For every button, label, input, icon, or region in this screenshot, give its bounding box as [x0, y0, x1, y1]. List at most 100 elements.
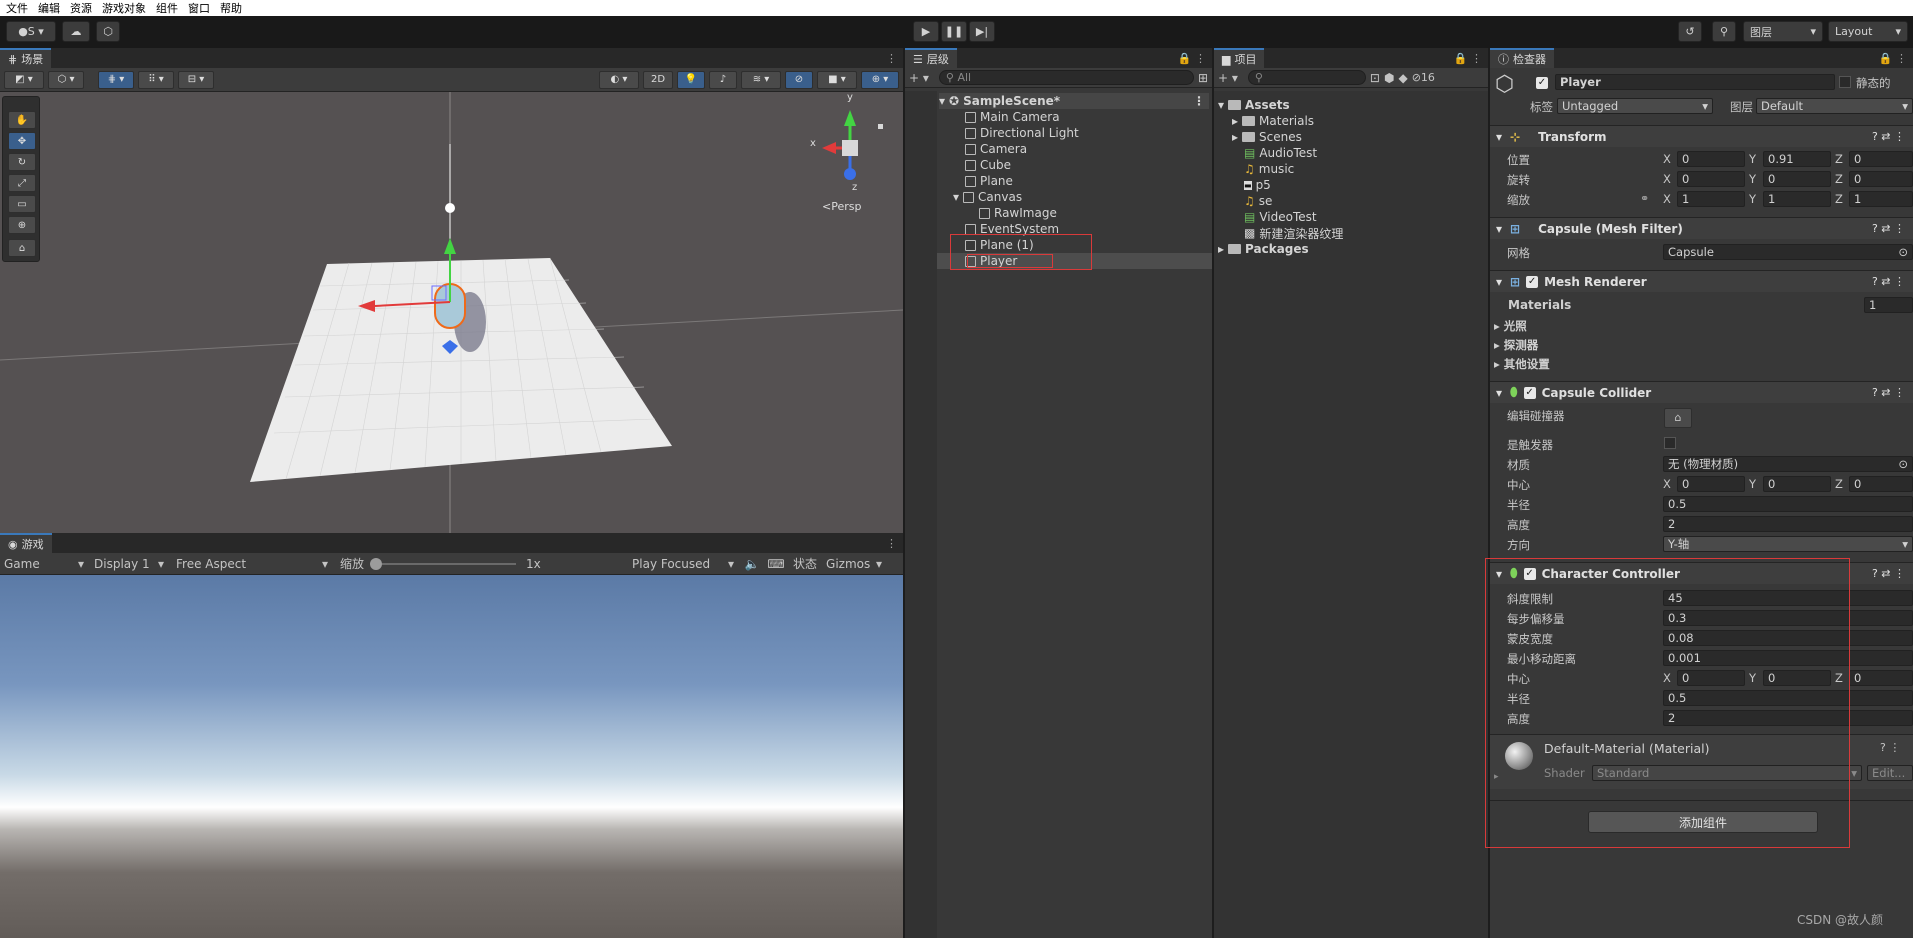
- menu-help[interactable]: 帮助: [220, 0, 242, 16]
- menu-gameobject[interactable]: 游戏对象: [102, 0, 146, 16]
- hidden-packages-icon[interactable]: ⊘16: [1412, 71, 1435, 84]
- filter-icon[interactable]: ⊞: [1198, 71, 1208, 85]
- menu-component[interactable]: 组件: [156, 0, 178, 16]
- account-button[interactable]: ● S ▾: [6, 21, 56, 42]
- collider-center-y-field[interactable]: 0: [1763, 476, 1831, 492]
- list-item[interactable]: Main Camera: [965, 109, 1060, 125]
- tab-game[interactable]: ◉ 游戏: [0, 533, 52, 553]
- materials-foldout[interactable]: Materials: [1508, 298, 1571, 312]
- layers-dropdown[interactable]: 图层 ▾: [1743, 21, 1823, 42]
- collider-height-field[interactable]: 2: [1663, 516, 1913, 532]
- snap-dropdown[interactable]: ⠿ ▾: [138, 70, 174, 89]
- menu-window[interactable]: 窗口: [188, 0, 210, 16]
- list-item[interactable]: ▸ Materials: [1232, 113, 1314, 129]
- move-tool-icon[interactable]: ✥: [8, 132, 36, 150]
- scale-x-field[interactable]: 1: [1677, 191, 1745, 207]
- material-menu-icon[interactable]: ? ⋮: [1880, 741, 1900, 754]
- position-z-field[interactable]: 0: [1849, 151, 1913, 167]
- scale-z-field[interactable]: 1: [1849, 191, 1913, 207]
- scale-tool-icon[interactable]: ⤢: [8, 174, 36, 192]
- cloud-icon[interactable]: ☁: [62, 21, 90, 42]
- packages-folder[interactable]: ▸ Packages: [1218, 241, 1309, 257]
- mesh-filter-header[interactable]: ▾ ⊞ Capsule (Mesh Filter) ? ⇄ ⋮: [1490, 217, 1913, 239]
- list-item[interactable]: Directional Light: [965, 125, 1079, 141]
- capsule-collider-header[interactable]: ▾ ⬮ ✓ Capsule Collider ? ⇄ ⋮: [1490, 381, 1913, 403]
- menu-assets[interactable]: 资源: [70, 0, 92, 16]
- component-menu-icon[interactable]: ? ⇄ ⋮: [1872, 222, 1905, 235]
- transform-header[interactable]: ▾ ⊹ Transform ? ⇄ ⋮: [1490, 125, 1913, 147]
- list-item[interactable]: Cube: [965, 157, 1011, 173]
- layer-dropdown[interactable]: Default ▾: [1756, 98, 1913, 114]
- list-item[interactable]: ▤ VideoTest: [1244, 209, 1317, 225]
- search-type-icon[interactable]: ⊡: [1370, 71, 1380, 85]
- component-menu-icon[interactable]: ? ⇄ ⋮: [1872, 567, 1905, 580]
- visibility-icon[interactable]: ⊘: [785, 70, 813, 89]
- play-focused-dropdown[interactable]: Play Focused ▾: [626, 557, 740, 571]
- rotate-tool-icon[interactable]: ↻: [8, 153, 36, 171]
- collab-icon[interactable]: ⬡: [96, 21, 120, 42]
- grid-snap-dropdown[interactable]: ⋕ ▾: [98, 70, 134, 89]
- tab-scene[interactable]: ⋕ 场景: [0, 48, 52, 68]
- list-item[interactable]: RawImage: [979, 205, 1057, 221]
- history-icon[interactable]: ↺: [1678, 21, 1702, 42]
- label-icon[interactable]: ⬢: [1384, 71, 1394, 85]
- audio-toggle-icon[interactable]: ♪: [709, 70, 737, 89]
- draw-mode-dropdown[interactable]: ◩ ▾: [4, 70, 44, 89]
- more-icon[interactable]: ⋮: [886, 537, 897, 550]
- effects-dropdown[interactable]: ≋ ▾: [741, 70, 781, 89]
- enabled-checkbox[interactable]: ✓: [1526, 275, 1539, 288]
- object-picker-icon[interactable]: ⊙: [1898, 457, 1908, 471]
- physics-material-field[interactable]: 无 (物理材质) ⊙: [1663, 456, 1913, 472]
- component-menu-icon[interactable]: ? ⇄ ⋮: [1872, 275, 1905, 288]
- add-icon[interactable]: + ▾: [909, 71, 929, 85]
- scene-cube-dropdown[interactable]: ⬡ ▾: [48, 70, 84, 89]
- layout-dropdown[interactable]: Layout ▾: [1828, 21, 1908, 42]
- list-item[interactable]: Plane: [965, 173, 1013, 189]
- static-checkbox[interactable]: [1839, 76, 1851, 88]
- list-item[interactable]: ▩ 新建渲染器纹理: [1244, 225, 1343, 241]
- transform-tool-icon[interactable]: ⊕: [8, 216, 36, 234]
- increment-dropdown[interactable]: ⊟ ▾: [178, 70, 214, 89]
- more-icon[interactable]: ⋮: [886, 52, 897, 65]
- scale-slider[interactable]: [370, 556, 520, 572]
- tab-inspector[interactable]: ⓘ 检查器: [1490, 48, 1554, 68]
- probes-foldout[interactable]: ▸ 探测器: [1494, 337, 1538, 353]
- position-x-field[interactable]: 0: [1677, 151, 1745, 167]
- projection-label[interactable]: <Persp: [822, 200, 861, 213]
- object-name-input[interactable]: Player: [1555, 74, 1835, 90]
- scene-viewport[interactable]: y x z <Persp: [0, 92, 903, 533]
- aspect-dropdown[interactable]: Free Aspect ▾: [170, 557, 334, 571]
- rect-tool-icon[interactable]: ▭: [8, 195, 36, 213]
- more-icon[interactable]: ⋮: [1193, 94, 1205, 108]
- list-item[interactable]: ▬ p5: [1244, 177, 1271, 193]
- component-menu-icon[interactable]: ? ⇄ ⋮: [1872, 130, 1905, 143]
- custom-tool-icon[interactable]: ⌂: [8, 239, 36, 257]
- search-icon[interactable]: ⚲: [1712, 21, 1736, 42]
- shading-dropdown[interactable]: ◐ ▾: [599, 70, 639, 89]
- mesh-object-field[interactable]: Capsule ⊙: [1663, 244, 1913, 260]
- menu-file[interactable]: 文件: [6, 0, 28, 16]
- other-settings-foldout[interactable]: ▸ 其他设置: [1494, 356, 1550, 372]
- rotation-z-field[interactable]: 0: [1849, 171, 1913, 187]
- collider-radius-field[interactable]: 0.5: [1663, 496, 1913, 512]
- rotation-x-field[interactable]: 0: [1677, 171, 1745, 187]
- step-button[interactable]: ▶|: [969, 21, 995, 42]
- list-item[interactable]: Camera: [965, 141, 1027, 157]
- tab-hierarchy[interactable]: ☰ 层级: [905, 48, 957, 68]
- edit-collider-button[interactable]: ⌂: [1664, 408, 1692, 428]
- play-button[interactable]: ▶: [913, 21, 939, 42]
- is-trigger-checkbox[interactable]: [1664, 437, 1676, 449]
- mute-icon[interactable]: 🔈: [740, 557, 764, 571]
- scene-row[interactable]: ▾ ✪ SampleScene* ⋮: [939, 93, 1209, 109]
- object-picker-icon[interactable]: ⊙: [1898, 245, 1908, 259]
- list-item[interactable]: ▤ AudioTest: [1244, 145, 1317, 161]
- tag-icon[interactable]: ◆: [1398, 71, 1407, 85]
- list-item[interactable]: ▸ Scenes: [1232, 129, 1302, 145]
- game-mode-dropdown[interactable]: Game ▾: [0, 557, 88, 571]
- project-search-input[interactable]: ⚲: [1247, 70, 1366, 85]
- tab-project[interactable]: ▆ 项目: [1214, 48, 1265, 68]
- game-viewport[interactable]: [0, 575, 903, 938]
- stats-button[interactable]: 状态: [788, 555, 822, 572]
- hand-tool-icon[interactable]: ✋: [8, 111, 36, 129]
- lighting-toggle-icon[interactable]: 💡: [677, 70, 705, 89]
